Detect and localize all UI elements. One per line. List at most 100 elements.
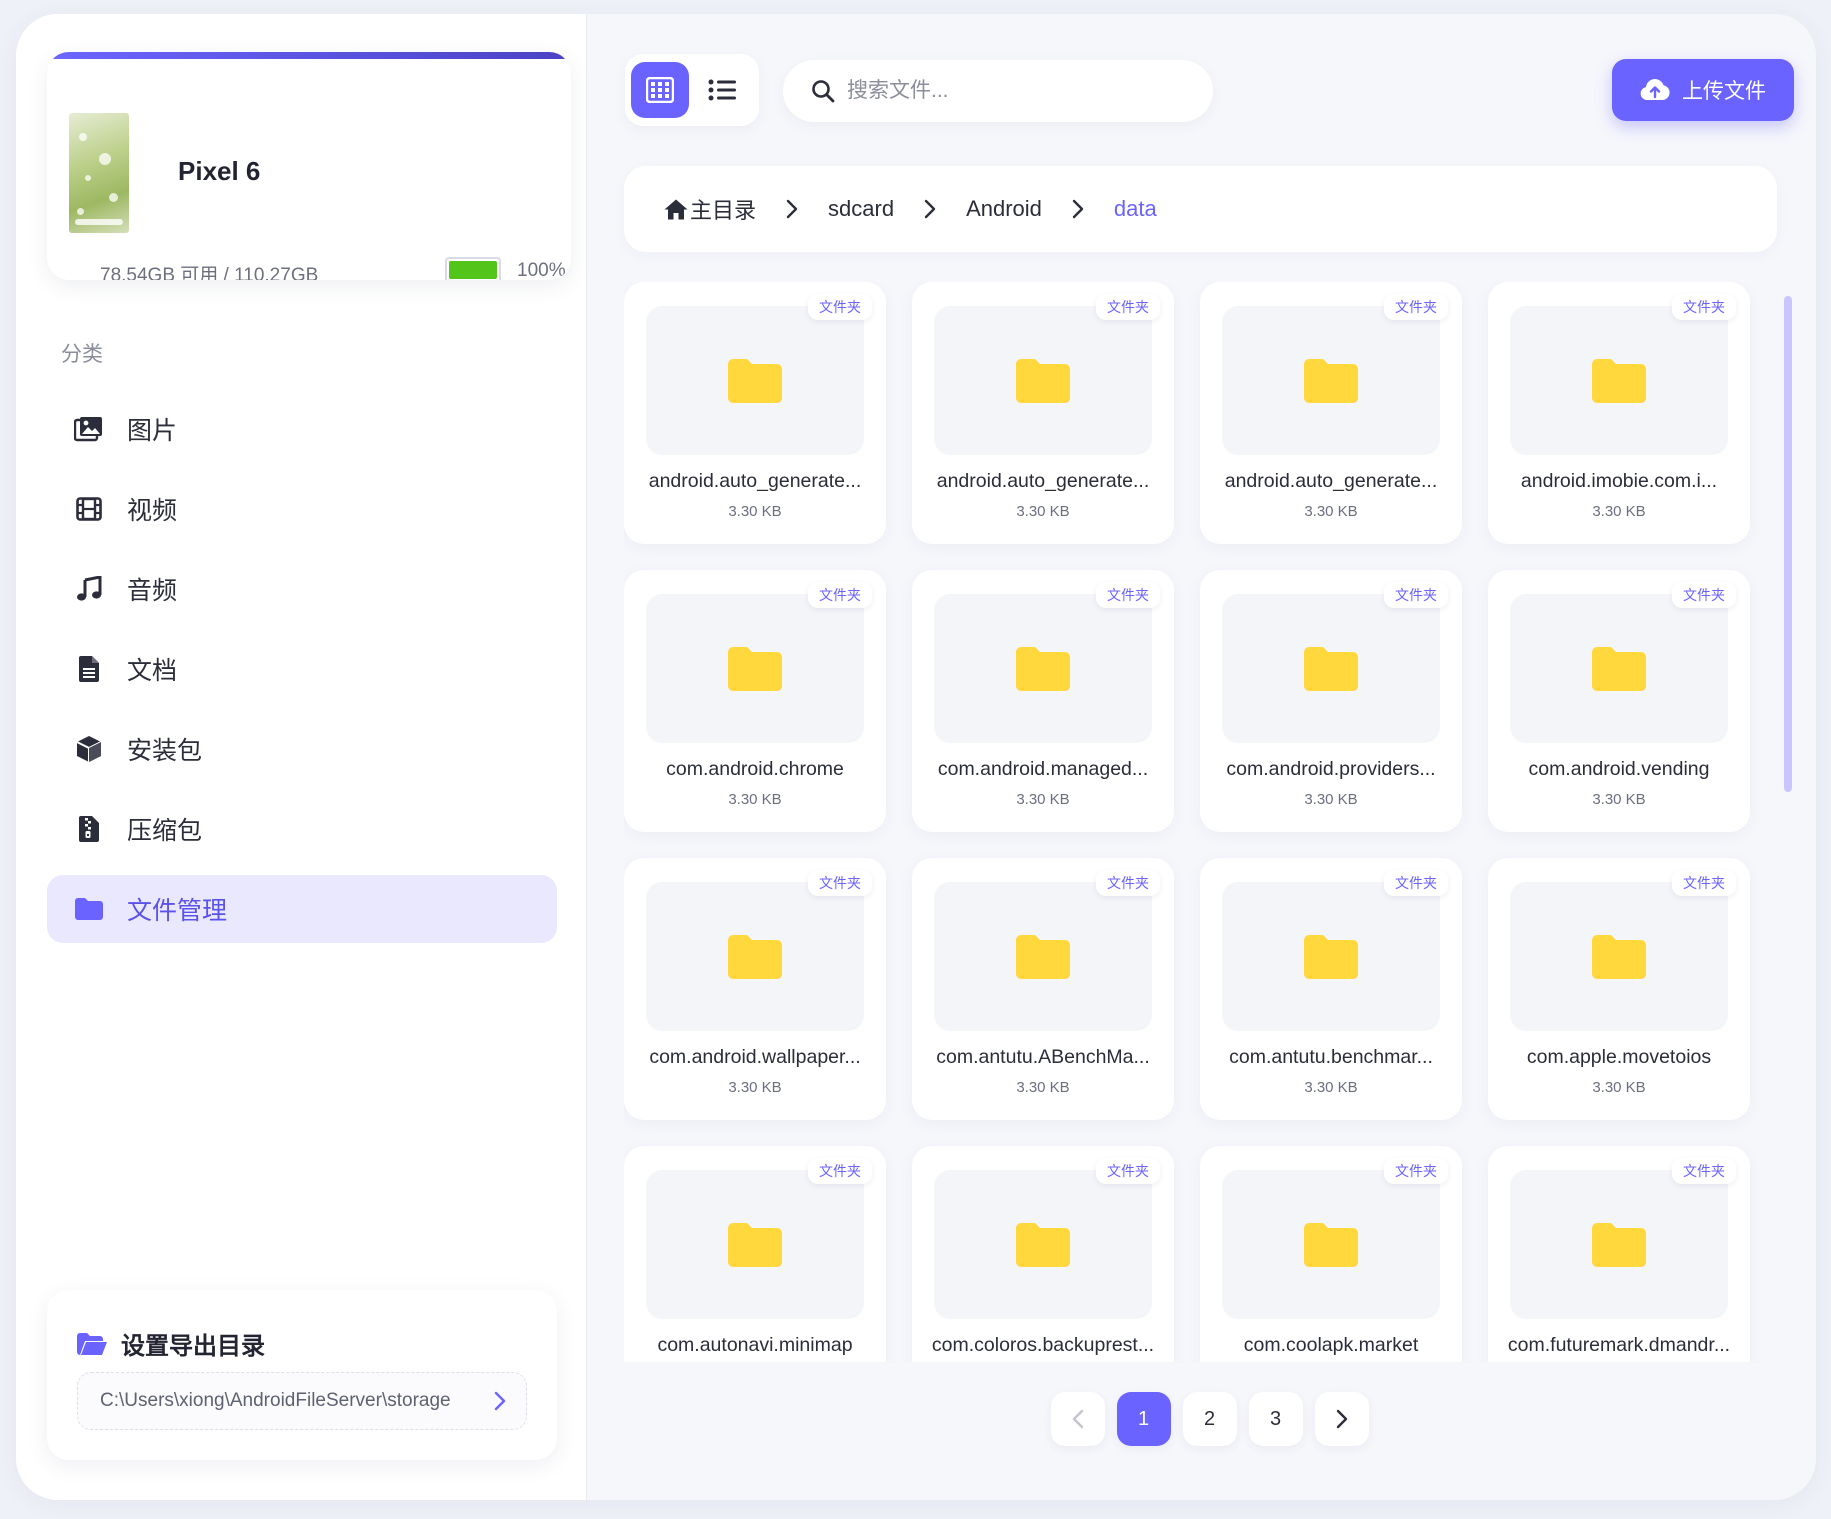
grid-icon [646, 77, 674, 103]
sidebar-item-images[interactable]: 图片 [47, 395, 557, 463]
file-type-badge: 文件夹 [1672, 1158, 1736, 1184]
archive-icon [73, 813, 105, 845]
file-type-badge: 文件夹 [1384, 870, 1448, 896]
file-name: com.apple.movetoios [1526, 1046, 1712, 1068]
file-tile[interactable]: 文件夹 com.android.chrome 3.30 KB [624, 570, 886, 832]
breadcrumb: 主目录 sdcard Android data [624, 166, 1777, 252]
folder-open-icon [77, 1332, 107, 1355]
file-type-badge: 文件夹 [808, 1158, 872, 1184]
page-button-3[interactable]: 3 [1248, 1392, 1303, 1446]
device-card[interactable]: Pixel 6 78.54GB 可用 / 110.27GB 100% [47, 52, 571, 280]
sidebar-item-documents[interactable]: 文档 [47, 635, 557, 703]
sidebar-item-file-manager[interactable]: 文件管理 [47, 875, 557, 943]
file-tile[interactable]: 文件夹com.coloros.backuprest...3.30 KB [912, 1146, 1174, 1362]
prev-page-button[interactable] [1050, 1392, 1105, 1446]
file-tile[interactable]: 文件夹 android.auto_generate... 3.30 KB [912, 282, 1174, 544]
file-name: com.android.wallpaper... [649, 1046, 861, 1068]
file-tile[interactable]: 文件夹com.autonavi.minimap3.30 KB [624, 1146, 886, 1362]
device-screenshot-thumbnail [69, 113, 129, 233]
cloud-upload-icon [1640, 79, 1670, 101]
sidebar-item-packages[interactable]: 安装包 [47, 715, 557, 783]
sidebar-item-label: 图片 [127, 417, 178, 445]
list-view-button[interactable] [693, 62, 751, 118]
file-tile[interactable]: 文件夹com.futuremark.dmandr...3.30 KB [1488, 1146, 1750, 1362]
file-tile[interactable]: 文件夹 com.apple.movetoios 3.30 KB [1488, 858, 1750, 1120]
pagination: 1 2 3 [587, 1392, 1816, 1446]
file-preview [1510, 306, 1728, 455]
scrollbar[interactable] [1783, 282, 1793, 1362]
upload-file-button[interactable]: 上传文件 [1612, 59, 1794, 121]
export-path-field[interactable]: C:\Users\xiong\AndroidFileServer\storage [77, 1372, 527, 1430]
folder-icon [1592, 1222, 1646, 1267]
file-preview [646, 306, 864, 455]
breadcrumb-android[interactable]: Android [966, 196, 1042, 222]
file-name: com.coolapk.market [1243, 1334, 1419, 1356]
file-tile[interactable]: 文件夹 com.android.managed... 3.30 KB [912, 570, 1174, 832]
page-button-2[interactable]: 2 [1182, 1392, 1237, 1446]
next-page-button[interactable] [1314, 1392, 1369, 1446]
search-input[interactable] [847, 79, 1177, 103]
file-size: 3.30 KB [1592, 1079, 1646, 1096]
battery-indicator [445, 257, 501, 280]
folder-icon [1016, 1222, 1070, 1267]
file-name: com.android.providers... [1226, 758, 1436, 780]
file-grid: 文件夹 android.auto_generate... 3.30 KB 文件夹 and… [624, 282, 1777, 1362]
battery-percentage: 100% [517, 260, 566, 280]
document-icon [73, 653, 105, 685]
file-type-badge: 文件夹 [1096, 870, 1160, 896]
file-tile[interactable]: 文件夹 com.android.providers... 3.30 KB [1200, 570, 1462, 832]
file-type-badge: 文件夹 [1096, 294, 1160, 320]
category-nav: 图片 视频 音频 文档 安装包 压缩包 文件管理 [47, 395, 557, 955]
file-type-badge: 文件夹 [1096, 1158, 1160, 1184]
file-tile[interactable]: 文件夹com.coolapk.market3.30 KB [1200, 1146, 1462, 1362]
file-tile[interactable]: 文件夹 com.antutu.benchmar... 3.30 KB [1200, 858, 1462, 1120]
export-directory-card: 设置导出目录 C:\Users\xiong\AndroidFileServer\… [47, 1290, 557, 1460]
grid-view-button[interactable] [631, 62, 689, 118]
breadcrumb-home[interactable]: 主目录 [664, 193, 756, 225]
file-type-badge: 文件夹 [1384, 294, 1448, 320]
file-size: 3.30 KB [728, 1079, 782, 1096]
file-preview [934, 1170, 1152, 1319]
file-type-badge: 文件夹 [1384, 582, 1448, 608]
file-tile[interactable]: 文件夹 com.antutu.ABenchMa... 3.30 KB [912, 858, 1174, 1120]
file-size: 3.30 KB [1592, 503, 1646, 520]
file-tile[interactable]: 文件夹 android.auto_generate... 3.30 KB [624, 282, 886, 544]
export-path-text: C:\Users\xiong\AndroidFileServer\storage [100, 1390, 451, 1411]
scrollbar-thumb[interactable] [1784, 296, 1792, 792]
list-icon [708, 79, 736, 101]
folder-icon [1016, 358, 1070, 403]
file-name: com.coloros.backuprest... [931, 1334, 1155, 1356]
sidebar: Pixel 6 78.54GB 可用 / 110.27GB 100% 分类 图片… [16, 14, 586, 1500]
breadcrumb-sdcard[interactable]: sdcard [828, 196, 894, 222]
package-icon [73, 733, 105, 765]
sidebar-item-archives[interactable]: 压缩包 [47, 795, 557, 863]
file-name: com.android.managed... [937, 758, 1149, 780]
file-type-badge: 文件夹 [808, 294, 872, 320]
sidebar-item-videos[interactable]: 视频 [47, 475, 557, 543]
sidebar-item-label: 文件管理 [127, 897, 228, 925]
breadcrumb-current[interactable]: data [1114, 196, 1157, 222]
file-type-badge: 文件夹 [1672, 870, 1736, 896]
file-preview [1510, 882, 1728, 1031]
folder-icon [1304, 1222, 1358, 1267]
file-type-badge: 文件夹 [808, 870, 872, 896]
folder-icon [73, 893, 105, 925]
page-button-1[interactable]: 1 [1116, 1392, 1171, 1446]
file-size: 3.30 KB [1016, 1079, 1070, 1096]
file-name: android.imobie.com.i... [1520, 470, 1718, 492]
folder-icon [1304, 646, 1358, 691]
sidebar-item-label: 压缩包 [127, 817, 203, 845]
file-preview [1222, 1170, 1440, 1319]
chevron-right-icon [494, 1391, 506, 1411]
sidebar-item-audio[interactable]: 音频 [47, 555, 557, 623]
file-preview [646, 594, 864, 743]
file-tile[interactable]: 文件夹 android.auto_generate... 3.30 KB [1200, 282, 1462, 544]
file-tile[interactable]: 文件夹 android.imobie.com.i... 3.30 KB [1488, 282, 1750, 544]
search-bar [783, 60, 1213, 122]
file-preview [646, 1170, 864, 1319]
search-icon [811, 79, 835, 103]
file-preview [934, 882, 1152, 1031]
file-tile[interactable]: 文件夹 com.android.vending 3.30 KB [1488, 570, 1750, 832]
file-size: 3.30 KB [1016, 503, 1070, 520]
file-tile[interactable]: 文件夹 com.android.wallpaper... 3.30 KB [624, 858, 886, 1120]
